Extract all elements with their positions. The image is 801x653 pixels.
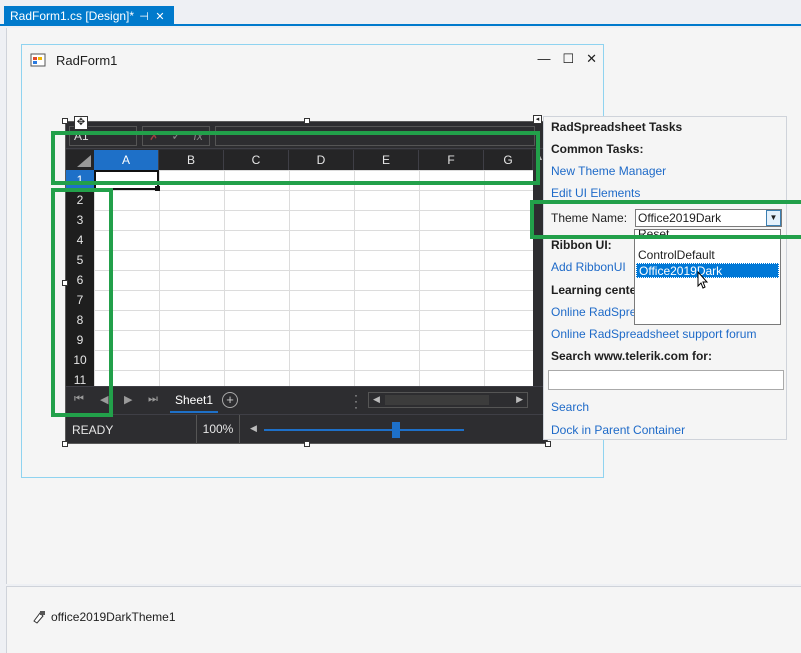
common-tasks-heading: Common Tasks: [551, 142, 644, 156]
resize-handle[interactable] [304, 118, 310, 124]
form-titlebar: RadForm1 — ☐ ✕ [22, 45, 603, 75]
theme-option[interactable]: ControlDefault [636, 248, 779, 263]
form-title: RadForm1 [56, 52, 118, 68]
theme-component-icon [33, 611, 45, 624]
resize-handle[interactable] [545, 441, 551, 447]
horizontal-scrollbar[interactable]: ◀ ▶ [368, 392, 528, 408]
search-heading: Search www.telerik.com for: [551, 349, 712, 363]
minimize-icon[interactable]: — [537, 51, 550, 67]
learning-center-heading: Learning cente [551, 283, 637, 297]
new-theme-manager-link[interactable]: New Theme Manager [551, 164, 666, 178]
highlight-row-headers [51, 188, 113, 417]
scroll-right-icon[interactable]: ▶ [516, 394, 523, 405]
form-icon [30, 53, 46, 67]
add-sheet-icon[interactable]: + [222, 392, 238, 408]
smart-tag-icon[interactable]: ◂ [533, 115, 542, 124]
close-icon[interactable]: ✕ [586, 51, 597, 67]
last-sheet-icon[interactable]: ⏭ [148, 393, 158, 406]
add-ribbonui-link[interactable]: Add RibbonUI [551, 260, 626, 274]
zoom-level[interactable]: 100% [196, 415, 240, 444]
search-input[interactable] [548, 370, 784, 390]
status-bar: READY 100% ◀ [66, 414, 547, 444]
status-text: READY [72, 423, 114, 437]
fill-handle[interactable] [155, 186, 160, 191]
cell-grid: A B C D E F G 1 2 3 4 5 6 7 8 9 10 11 [66, 150, 533, 386]
online-docs-link[interactable]: Online RadSpre [551, 305, 636, 319]
zoom-slider[interactable] [264, 429, 464, 431]
sheet-navigation: ⏮ ◀ ▶ ⏭ Sheet1 + · · · ◀ ▶ [66, 386, 547, 414]
ribbon-ui-heading: Ribbon UI: [551, 238, 612, 252]
component-tray: office2019DarkTheme1 [6, 586, 801, 653]
dock-in-parent-link[interactable]: Dock in Parent Container [551, 423, 685, 437]
scroll-thumb[interactable] [385, 395, 489, 405]
mouse-pointer-icon [697, 271, 709, 289]
zoom-out-icon[interactable]: ◀ [250, 423, 257, 434]
move-handle-icon[interactable]: ✥ [74, 116, 88, 130]
search-link[interactable]: Search [551, 400, 589, 414]
edit-ui-elements-link[interactable]: Edit UI Elements [551, 186, 640, 200]
sheet-tab[interactable]: Sheet1 [170, 391, 218, 413]
zoom-slider-thumb[interactable] [392, 422, 400, 438]
next-sheet-icon[interactable]: ▶ [124, 393, 132, 406]
highlight-formula-area [51, 131, 540, 185]
tasks-title: RadSpreadsheet Tasks [551, 120, 683, 134]
resize-handle[interactable] [62, 118, 68, 124]
highlight-theme-name [530, 200, 801, 239]
scroll-left-icon[interactable]: ◀ [373, 394, 380, 405]
resize-handle[interactable] [304, 441, 310, 447]
document-tab-strip: RadForm1.cs [Design]* ⊣ ✕ [0, 0, 801, 26]
tray-component-label: office2019DarkTheme1 [51, 610, 176, 624]
pin-icon[interactable]: ⊣ [136, 10, 152, 23]
document-tab-title: RadForm1.cs [Design]* [10, 9, 135, 23]
smart-tag-panel: RadSpreadsheet Tasks Common Tasks: New T… [543, 116, 787, 440]
tray-component[interactable]: office2019DarkTheme1 [31, 609, 176, 625]
document-tab[interactable]: RadForm1.cs [Design]* ⊣ ✕ [4, 6, 174, 26]
online-forum-link[interactable]: Online RadSpreadsheet support forum [551, 327, 756, 341]
resize-handle[interactable] [62, 441, 68, 447]
maximize-icon[interactable]: ☐ [562, 51, 574, 67]
cells[interactable] [94, 170, 533, 386]
splitter-grip-icon[interactable]: · · · [354, 389, 358, 413]
close-tab-icon[interactable]: ✕ [152, 10, 168, 23]
